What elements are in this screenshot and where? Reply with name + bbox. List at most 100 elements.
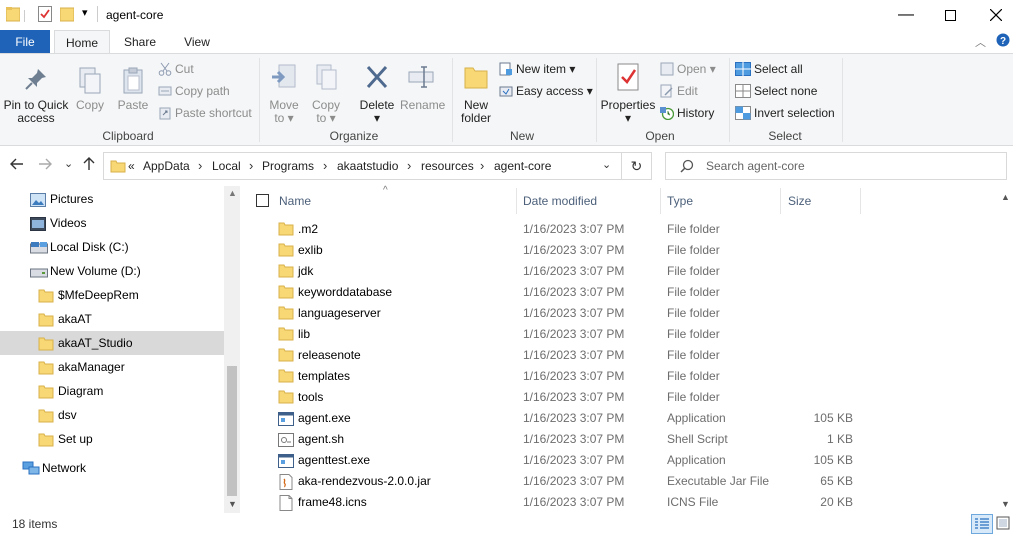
nav-scrollbar[interactable]: ▲ ▼ xyxy=(224,186,240,513)
nav-item[interactable]: dsv xyxy=(0,403,224,427)
column-header-type[interactable]: Type xyxy=(667,194,693,208)
select-all-button[interactable]: Select all xyxy=(735,60,803,78)
new-folder-button[interactable]: New folder xyxy=(456,62,496,125)
nav-item[interactable]: akaManager xyxy=(0,355,224,379)
nav-scroll-thumb[interactable] xyxy=(227,366,237,496)
recent-locations-icon[interactable]: ⌄ xyxy=(64,157,73,170)
breadcrumb-chevron-icon[interactable]: › xyxy=(407,158,411,173)
tab-home[interactable]: Home xyxy=(54,30,110,54)
file-size: 65 KB xyxy=(820,474,853,488)
select-all-checkbox[interactable] xyxy=(256,194,269,207)
file-list-scrollbar[interactable]: ▲ ▼ xyxy=(997,186,1013,513)
nav-item[interactable]: Network xyxy=(0,456,224,480)
nav-item[interactable]: Set up xyxy=(0,427,224,451)
breadcrumb-appdata[interactable]: AppData xyxy=(143,159,190,173)
maximize-button[interactable] xyxy=(927,0,973,30)
column-header-name[interactable]: Name xyxy=(279,194,311,208)
scroll-down-icon[interactable]: ▼ xyxy=(228,499,237,509)
edit-button[interactable]: Edit xyxy=(660,82,698,100)
open-button[interactable]: Open ▾ xyxy=(660,60,716,78)
breadcrumb-chevron-icon[interactable]: › xyxy=(323,158,327,173)
customize-qat-icon[interactable]: ▾ xyxy=(82,6,88,19)
invert-selection-button[interactable]: Invert selection xyxy=(735,104,835,122)
address-bar[interactable]: « AppData › Local › Programs › akaatstud… xyxy=(103,152,622,180)
up-arrow-icon[interactable] xyxy=(83,157,95,175)
properties-qat-icon[interactable] xyxy=(38,6,52,25)
scroll-up-icon[interactable]: ▲ xyxy=(228,188,237,198)
tab-view[interactable]: View xyxy=(171,30,223,54)
nav-item[interactable]: Videos xyxy=(0,211,224,235)
copy-button[interactable]: Copy xyxy=(72,66,108,112)
help-icon[interactable]: ? xyxy=(996,33,1010,50)
breadcrumb-resources[interactable]: resources xyxy=(421,159,474,173)
minimize-button[interactable]: — xyxy=(883,0,929,30)
scroll-up-icon[interactable]: ▲ xyxy=(1001,192,1010,202)
close-button[interactable] xyxy=(973,0,1013,30)
list-scroll-track[interactable] xyxy=(1000,206,1010,496)
cut-button[interactable]: Cut xyxy=(158,60,194,78)
file-row[interactable]: agenttest.exe 1/16/2023 3:07 PM Applicatio… xyxy=(240,450,997,471)
scroll-down-icon[interactable]: ▼ xyxy=(1001,499,1010,509)
back-arrow-icon[interactable] xyxy=(10,157,24,174)
file-row[interactable]: languageserver 1/16/2023 3:07 PM File fold… xyxy=(240,303,997,324)
file-row[interactable]: exlib 1/16/2023 3:07 PM File folder xyxy=(240,240,997,261)
delete-dropdown-icon[interactable]: ▾ xyxy=(356,112,398,125)
tab-share[interactable]: Share xyxy=(114,30,166,54)
file-row[interactable]: frame48.icns 1/16/2023 3:07 PM ICNS File 20… xyxy=(240,492,997,513)
nav-item[interactable]: akaAT xyxy=(0,307,224,331)
file-row[interactable]: templates 1/16/2023 3:07 PM File folder xyxy=(240,366,997,387)
refresh-button[interactable]: ↻ xyxy=(622,152,652,180)
copy-to-button[interactable]: Copy to ▾ xyxy=(306,62,346,125)
column-divider[interactable] xyxy=(660,188,661,214)
paste-button[interactable]: Paste xyxy=(114,66,152,112)
history-button[interactable]: History xyxy=(660,104,714,122)
collapse-ribbon-icon[interactable]: ︿ xyxy=(975,34,986,50)
search-box[interactable]: Search agent-core xyxy=(665,152,1007,180)
details-view-button[interactable] xyxy=(971,514,993,534)
breadcrumb-chevron-icon[interactable]: › xyxy=(480,158,484,173)
copy-path-button[interactable]: Copy path xyxy=(158,82,230,100)
rename-button[interactable]: Rename xyxy=(400,62,445,112)
column-divider[interactable] xyxy=(780,188,781,214)
file-row[interactable]: .m2 1/16/2023 3:07 PM File folder xyxy=(240,219,997,240)
properties-dropdown-icon[interactable]: ▾ xyxy=(600,112,656,125)
file-row[interactable]: agent.sh 1/16/2023 3:07 PM Shell Script 1 K… xyxy=(240,429,997,450)
nav-item[interactable]: New Volume (D:) xyxy=(0,259,224,283)
column-divider[interactable] xyxy=(860,188,861,214)
new-item-button[interactable]: New item ▾ xyxy=(499,60,575,78)
breadcrumb-programs[interactable]: Programs xyxy=(262,159,314,173)
breadcrumb-akaatstudio[interactable]: akaatstudio xyxy=(337,159,398,173)
nav-item[interactable]: Pictures xyxy=(0,187,224,211)
file-row[interactable]: agent.exe 1/16/2023 3:07 PM Application 105… xyxy=(240,408,997,429)
column-divider[interactable] xyxy=(516,188,517,214)
nav-item[interactable]: Local Disk (C:) xyxy=(0,235,224,259)
delete-button[interactable]: Delete ▾ xyxy=(356,62,398,125)
breadcrumb-chevron-icon[interactable]: › xyxy=(249,158,253,173)
file-row[interactable]: lib 1/16/2023 3:07 PM File folder xyxy=(240,324,997,345)
tab-file[interactable]: File xyxy=(0,30,50,54)
file-row[interactable]: keyworddatabase 1/16/2023 3:07 PM File fol… xyxy=(240,282,997,303)
large-icons-view-button[interactable] xyxy=(996,516,1010,533)
properties-button[interactable]: Properties ▾ xyxy=(600,62,656,125)
nav-item[interactable]: $MfeDeepRem xyxy=(0,283,224,307)
file-row[interactable]: jdk 1/16/2023 3:07 PM File folder xyxy=(240,261,997,282)
column-header-size[interactable]: Size xyxy=(788,194,811,208)
pin-to-quick-access-button[interactable]: Pin to Quick access xyxy=(2,66,70,125)
file-row[interactable]: releasenote 1/16/2023 3:07 PM File folder xyxy=(240,345,997,366)
move-to-button[interactable]: Move to ▾ xyxy=(264,62,304,125)
new-folder-qat-icon[interactable] xyxy=(59,6,75,25)
select-none-button[interactable]: Select none xyxy=(735,82,817,100)
paste-shortcut-button[interactable]: Paste shortcut xyxy=(158,104,252,122)
breadcrumb-agent-core[interactable]: agent-core xyxy=(494,159,551,173)
nav-item[interactable]: Diagram xyxy=(0,379,224,403)
forward-arrow-icon[interactable] xyxy=(38,157,52,174)
file-row[interactable]: aka-rendezvous-2.0.0.jar 1/16/2023 3:07 P… xyxy=(240,471,997,492)
address-dropdown-icon[interactable]: ⌄ xyxy=(602,158,611,171)
column-header-date[interactable]: Date modified xyxy=(523,194,597,208)
file-row[interactable]: tools 1/16/2023 3:07 PM File folder xyxy=(240,387,997,408)
easy-access-button[interactable]: Easy access ▾ xyxy=(499,82,593,100)
breadcrumb-overflow[interactable]: « xyxy=(128,159,135,173)
breadcrumb-local[interactable]: Local xyxy=(212,159,241,173)
breadcrumb-chevron-icon[interactable]: › xyxy=(198,158,202,173)
nav-item[interactable]: akaAT_Studio xyxy=(0,331,224,355)
